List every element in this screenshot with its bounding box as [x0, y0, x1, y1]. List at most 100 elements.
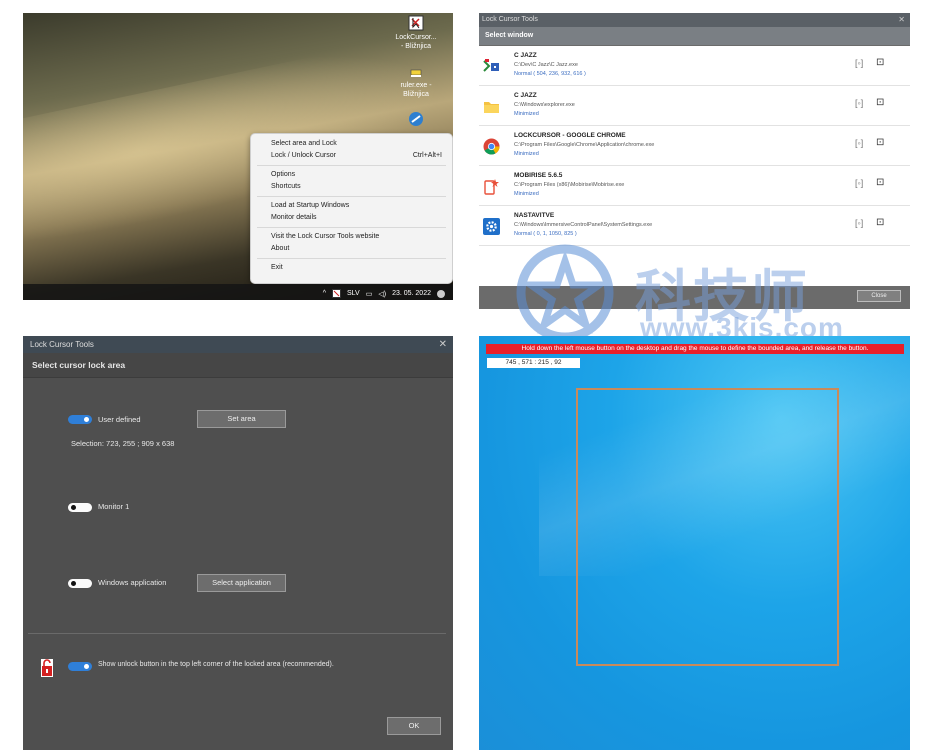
set-area-button[interactable]: Set area — [197, 410, 286, 428]
window-state: Minimized — [514, 111, 539, 117]
language-indicator[interactable]: SLV — [347, 290, 360, 297]
divider — [28, 633, 446, 634]
menu-item-exit[interactable]: Exit — [251, 262, 452, 274]
zoom-select-icon[interactable]: ⊡ — [876, 177, 884, 188]
window-titlebar: Lock Cursor Tools ✕ — [23, 336, 453, 353]
menu-item-monitor-details[interactable]: Monitor details — [251, 212, 452, 224]
window-path: C:\Program Files (x86)\Mobirise\Mobirise… — [514, 182, 625, 188]
window-titlebar: Lock Cursor Tools ✕ — [479, 13, 910, 27]
instruction-banner: Hold down the left mouse button on the d… — [486, 344, 904, 354]
selection-text: Selection: 723, 255 ; 909 x 638 — [71, 439, 175, 448]
monitor-label: Monitor 1 — [98, 502, 130, 511]
menu-item-label: Lock / Unlock Cursor — [271, 152, 336, 159]
select-application-button[interactable]: Select application — [197, 574, 286, 592]
user-defined-toggle[interactable] — [68, 415, 92, 424]
zoom-select-icon[interactable]: ⊡ — [876, 97, 884, 108]
ruler-icon — [410, 69, 422, 77]
tray-app-icon[interactable] — [332, 289, 341, 298]
menu-item-label: About — [271, 245, 290, 252]
show-unlock-button-toggle[interactable] — [68, 662, 92, 671]
menu-item-shortcut: Ctrl+Alt+I — [412, 152, 442, 159]
window-title: Lock Cursor Tools — [30, 340, 94, 349]
window-path: C:\Program Files\Google\Chrome\Applicati… — [514, 142, 655, 148]
menu-item-shortcuts[interactable]: Shortcuts — [251, 181, 452, 193]
windows-app-toggle[interactable] — [68, 579, 92, 588]
locate-area-icon[interactable]: [◦] — [855, 58, 863, 68]
window-state: Minimized — [514, 191, 539, 197]
locate-area-icon[interactable]: [◦] — [855, 98, 863, 108]
menu-item-visit-website[interactable]: Visit the Lock Cursor Tools website — [251, 231, 452, 243]
window-title: Lock Cursor Tools — [482, 16, 538, 23]
menu-separator — [257, 258, 446, 259]
zoom-select-icon[interactable]: ⊡ — [876, 57, 884, 68]
window-list-item[interactable]: C JAZZ C:\Dev\C Jazz\C Jazz.exe Normal (… — [479, 46, 910, 86]
menu-separator — [257, 227, 446, 228]
selection-rectangle[interactable] — [576, 388, 839, 666]
monitor-toggle[interactable] — [68, 503, 92, 512]
dialog-heading: Select window — [479, 27, 910, 45]
unlock-padlock-icon — [41, 659, 53, 677]
window-list-item[interactable]: LOCKCURSOR - GOOGLE CHROME C:\Program Fi… — [479, 126, 910, 166]
menu-item-label: Load at Startup Windows — [271, 202, 350, 209]
menu-item-about[interactable]: About — [251, 243, 452, 255]
mobirise-icon — [484, 179, 499, 195]
toggle-knob — [71, 581, 76, 586]
locate-area-icon[interactable]: [◦] — [855, 138, 863, 148]
window-title: C JAZZ — [514, 52, 537, 59]
dialog-heading: Select cursor lock area — [23, 353, 453, 378]
close-icon[interactable]: ✕ — [898, 13, 905, 27]
user-defined-label: User defined — [98, 415, 141, 424]
menu-item-label: Options — [271, 171, 296, 178]
close-button[interactable]: Close — [857, 290, 901, 302]
window-state: Minimized — [514, 151, 539, 157]
watermark-logo-icon — [516, 244, 614, 342]
cjazz-app-icon — [483, 59, 499, 72]
watermark: 科技师 www.3kjs.com — [515, 238, 845, 348]
zoom-select-icon[interactable]: ⊡ — [876, 217, 884, 228]
desktop-icon-app[interactable] — [408, 111, 424, 132]
menu-item-label: Visit the Lock Cursor Tools website — [271, 233, 380, 240]
menu-item-options[interactable]: Options — [251, 169, 452, 181]
menu-item-label: Exit — [271, 264, 283, 271]
desktop-icon-lockcursor[interactable]: LockCursor... - Bližnjica — [386, 15, 446, 51]
zoom-select-icon[interactable]: ⊡ — [876, 137, 884, 148]
menu-separator — [257, 196, 446, 197]
menu-item-lock-unlock[interactable]: Lock / Unlock Cursor Ctrl+Alt+I — [251, 150, 452, 162]
menu-item-label: Select area and Lock — [271, 140, 337, 147]
locate-area-icon[interactable]: [◦] — [855, 178, 863, 188]
toggle-knob — [84, 664, 89, 669]
taskbar: ^ SLV ▭ ◁) 23. 05. 2022 — [23, 284, 453, 300]
tray-context-menu: Select area and Lock Lock / Unlock Curso… — [250, 133, 453, 284]
locate-area-icon[interactable]: [◦] — [855, 218, 863, 228]
window-title: NASTAVITVE — [514, 212, 555, 219]
window-state: Normal ( 504, 236, 932, 616 ) — [514, 71, 586, 77]
window-list-item[interactable]: MOBIRISE 5.6.5 C:\Program Files (x86)\Mo… — [479, 166, 910, 206]
clock-date[interactable]: 23. 05. 2022 — [392, 290, 431, 297]
volume-icon[interactable]: ◁) — [378, 290, 386, 298]
drag-area-desktop[interactable]: Hold down the left mouse button on the d… — [479, 336, 910, 750]
window-state: Normal ( 0, 1, 1050, 825 ) — [514, 231, 577, 237]
system-tray: ^ SLV ▭ ◁) 23. 05. 2022 — [323, 289, 445, 298]
window-path: C:\Windows\explorer.exe — [514, 102, 575, 108]
app-shortcut-icon — [409, 112, 423, 126]
menu-item-select-area-lock[interactable]: Select area and Lock — [251, 138, 452, 150]
ok-button[interactable]: OK — [387, 717, 441, 735]
window-path: C:\Windows\ImmersiveControlPanel\SystemS… — [514, 222, 653, 228]
select-lock-area-dialog: Lock Cursor Tools ✕ Select cursor lock a… — [23, 336, 453, 750]
close-icon[interactable]: ✕ — [439, 336, 447, 353]
menu-item-label: Shortcuts — [271, 183, 301, 190]
folder-icon — [484, 102, 499, 113]
desktop-icon-ruler[interactable]: ruler.exe - Bližnjica — [386, 67, 446, 99]
settings-gear-icon — [483, 218, 500, 235]
coordinates-readout: 745 , 571 : 215 , 92 — [487, 358, 580, 368]
network-icon[interactable]: ▭ — [366, 290, 373, 298]
windows-app-label: Windows application — [98, 578, 167, 587]
menu-item-load-startup[interactable]: Load at Startup Windows — [251, 200, 452, 212]
desktop-icon-label: ruler.exe - Bližnjica — [400, 82, 432, 98]
chevron-up-icon[interactable]: ^ — [323, 290, 326, 297]
notification-badge-icon[interactable] — [437, 289, 445, 298]
window-list-item[interactable]: C JAZZ C:\Windows\explorer.exe Minimized… — [479, 86, 910, 126]
toggle-knob — [84, 417, 89, 422]
lock-cursor-icon — [408, 15, 424, 31]
desktop-context-menu-panel: LockCursor... - Bližnjica ruler.exe - Bl… — [23, 13, 453, 300]
